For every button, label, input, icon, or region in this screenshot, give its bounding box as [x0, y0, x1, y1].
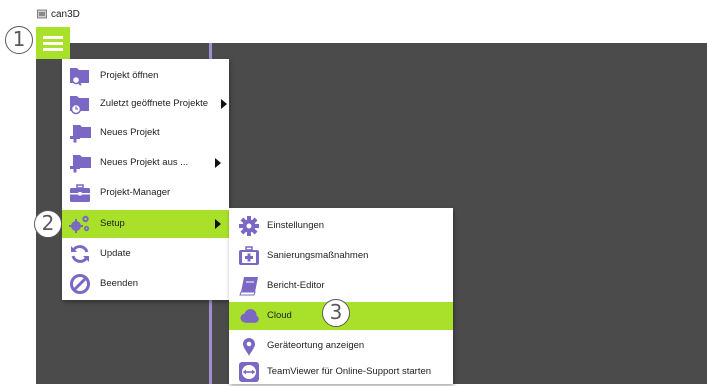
menu-item-beenden[interactable]: Beenden	[62, 270, 229, 298]
submenu-item-label: Einstellungen	[267, 220, 325, 231]
app-logo-icon	[37, 9, 47, 19]
menu-item-neues-projekt-aus[interactable]: Neues Projekt aus ...	[62, 149, 229, 177]
menu-item-label: Setup	[100, 218, 125, 229]
setup-submenu: Einstellungen Sanierungsmaßnahmen Berich…	[229, 208, 453, 384]
refresh-icon	[71, 245, 89, 263]
no-entry-icon	[70, 274, 90, 294]
menu-item-zuletzt-geoeffnete-projekte[interactable]: Zuletzt geöffnete Projekte	[62, 90, 229, 118]
submenu-item-label: Cloud	[267, 310, 292, 321]
callout-3: 3	[322, 299, 350, 327]
submenu-item-label: TeamViewer für Online-Support starten	[267, 366, 432, 377]
title-bar: can3D	[0, 0, 707, 26]
menu-item-label: Projekt-Manager	[100, 187, 171, 198]
submenu-item-geraeteortung-anzeigen[interactable]: Geräteortung anzeigen	[229, 332, 453, 360]
menu-item-label: Projekt öffnen	[100, 70, 159, 81]
folder-template-icon	[70, 155, 91, 173]
submenu-item-teamviewer[interactable]: TeamViewer für Online-Support starten	[229, 358, 453, 386]
menu-item-setup[interactable]: Setup	[62, 210, 229, 238]
menu-item-projekt-oeffnen[interactable]: Projekt öffnen	[62, 62, 229, 90]
teamviewer-icon	[239, 362, 259, 382]
menu-item-label: Update	[100, 248, 131, 259]
callout-2: 2	[34, 210, 62, 238]
cloud-icon	[240, 309, 259, 323]
menu-item-label: Beenden	[100, 278, 139, 289]
submenu-arrow-icon	[221, 99, 227, 109]
folder-recent-icon	[70, 96, 89, 115]
medical-kit-icon	[239, 246, 259, 265]
submenu-item-label: Geräteortung anzeigen	[267, 340, 365, 351]
briefcase-icon	[70, 184, 90, 202]
submenu-item-bericht-editor[interactable]: Bericht-Editor	[229, 272, 453, 300]
menu-item-label: Zuletzt geöffnete Projekte	[100, 98, 209, 109]
menu-item-update[interactable]: Update	[62, 240, 229, 268]
menu-item-label: Neues Projekt	[100, 127, 160, 138]
location-pin-icon	[243, 338, 255, 356]
window-title: can3D	[51, 9, 80, 20]
book-icon	[239, 277, 258, 296]
gears-icon	[69, 215, 90, 233]
submenu-item-label: Sanierungsmaßnahmen	[267, 250, 369, 261]
menu-item-label: Neues Projekt aus ...	[100, 157, 189, 168]
callout-1: 1	[5, 26, 33, 54]
main-menu: Projekt öffnen Zuletzt geöffnete Projekt…	[62, 59, 229, 300]
submenu-item-einstellungen[interactable]: Einstellungen	[229, 212, 453, 240]
gear-icon	[239, 216, 259, 236]
submenu-item-label: Bericht-Editor	[267, 280, 325, 291]
submenu-arrow-icon	[215, 219, 221, 229]
folder-add-icon	[70, 125, 91, 143]
submenu-arrow-icon	[215, 158, 221, 168]
hamburger-menu-button[interactable]	[36, 27, 70, 59]
menu-item-projekt-manager[interactable]: Projekt-Manager	[62, 179, 229, 207]
submenu-item-sanierungsmassnahmen[interactable]: Sanierungsmaßnahmen	[229, 242, 453, 270]
folder-search-icon	[70, 68, 89, 86]
menu-item-neues-projekt[interactable]: Neues Projekt	[62, 119, 229, 147]
